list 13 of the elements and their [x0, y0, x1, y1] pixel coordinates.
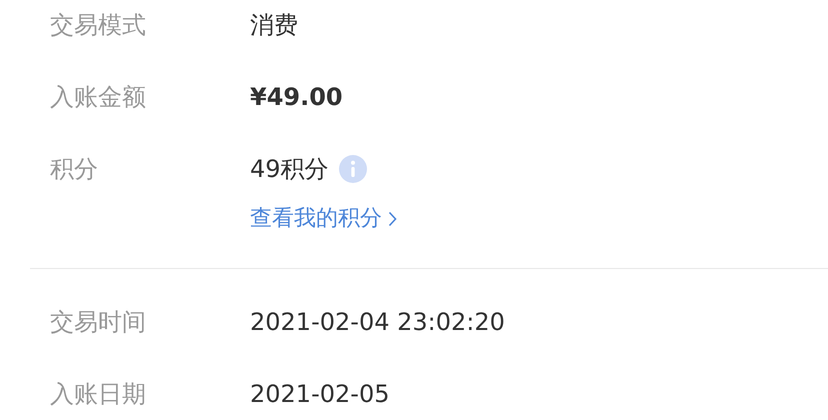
field-value: 消费	[250, 10, 298, 41]
points-link[interactable]: 查看我的积分	[250, 201, 397, 237]
field-label: 交易时间	[50, 307, 147, 338]
chevron-right-icon	[388, 211, 397, 227]
field-label: 积分	[50, 154, 99, 185]
info-icon[interactable]	[338, 155, 367, 183]
field-value: 2021-02-04 23:02:20	[250, 307, 505, 338]
field-label: 入账日期	[50, 379, 147, 410]
field-label: 入账金额	[50, 82, 147, 113]
field-value: 2021-02-05	[250, 379, 390, 410]
field-value: 49积分	[250, 154, 329, 185]
field-value: ¥49.00	[250, 82, 343, 113]
field-label: 交易模式	[50, 10, 147, 41]
